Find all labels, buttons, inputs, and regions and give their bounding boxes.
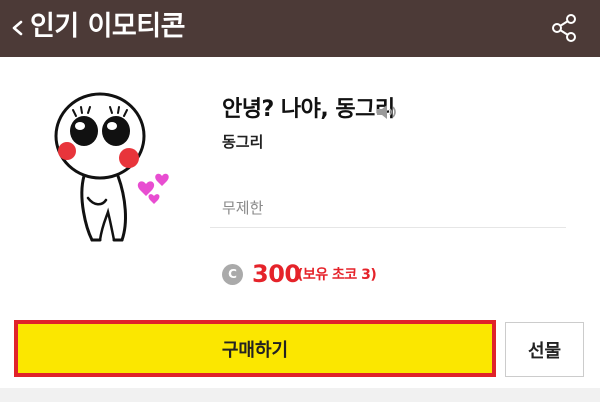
gift-button[interactable]: 선물 bbox=[505, 322, 584, 377]
chevron-left-icon[interactable] bbox=[8, 15, 26, 41]
usage-period: 무제한 bbox=[222, 199, 264, 217]
emoticon-title: 안녕? 나야, 동그리 bbox=[222, 97, 395, 122]
price-amount: 300 bbox=[252, 260, 301, 288]
owned-choco-note: (보유 초코 3) bbox=[297, 267, 377, 283]
app-header: 인기 이모티콘 bbox=[0, 0, 600, 57]
buy-button-label: 구매하기 bbox=[221, 339, 289, 361]
bottom-strip bbox=[0, 388, 600, 402]
speaker-icon[interactable] bbox=[374, 102, 398, 122]
emoticon-author[interactable]: 동그리 bbox=[222, 132, 263, 152]
divider bbox=[210, 227, 566, 228]
buy-button[interactable]: 구매하기 bbox=[14, 320, 496, 377]
page-title: 인기 이모티콘 bbox=[30, 11, 185, 42]
share-icon[interactable] bbox=[548, 12, 580, 44]
choco-coin-icon: C bbox=[222, 264, 243, 285]
emoticon-thumbnail bbox=[54, 92, 169, 242]
gift-button-label: 선물 bbox=[527, 340, 562, 362]
